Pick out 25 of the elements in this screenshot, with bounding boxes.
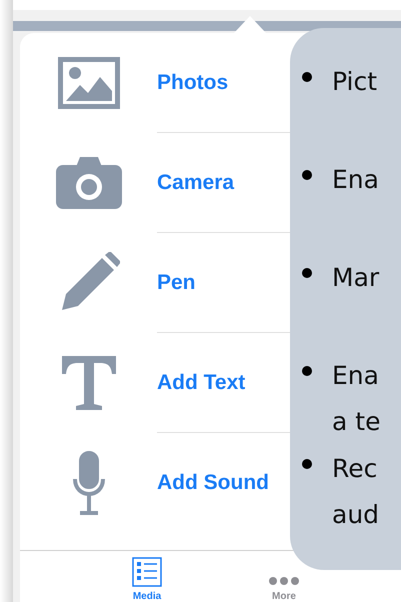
tab[interactable]: More [264, 571, 304, 602]
camera-icon [56, 157, 122, 209]
bullet-text: Pict [332, 66, 378, 98]
bullet-text: Rec [332, 453, 378, 485]
menu-item[interactable]: Add Sound [157, 471, 269, 495]
bullet-text: aud [332, 499, 380, 531]
menu-item[interactable]: Photos [157, 70, 228, 94]
more-icon [268, 576, 300, 586]
menu-item[interactable]: Pen [157, 270, 196, 294]
microphone-icon [72, 451, 106, 515]
menu-item[interactable]: Add Text [157, 370, 246, 394]
bullet-dot-icon [302, 459, 312, 469]
bullet-dot-icon [302, 268, 312, 278]
tab[interactable]: Media [127, 553, 167, 602]
bullet-text: Ena [332, 360, 380, 392]
bullet-text: Mar [332, 262, 380, 294]
bullet-dot-icon [302, 72, 312, 82]
bullet-dot-icon [302, 170, 312, 180]
bullet-dot-icon [302, 366, 312, 376]
menu-item[interactable]: Camera [157, 170, 234, 194]
bullet-text: Ena [332, 164, 379, 196]
image-icon [58, 57, 120, 109]
bullet-text: a te [332, 406, 380, 438]
letter-t-icon [60, 354, 118, 412]
list-icon [132, 557, 162, 587]
